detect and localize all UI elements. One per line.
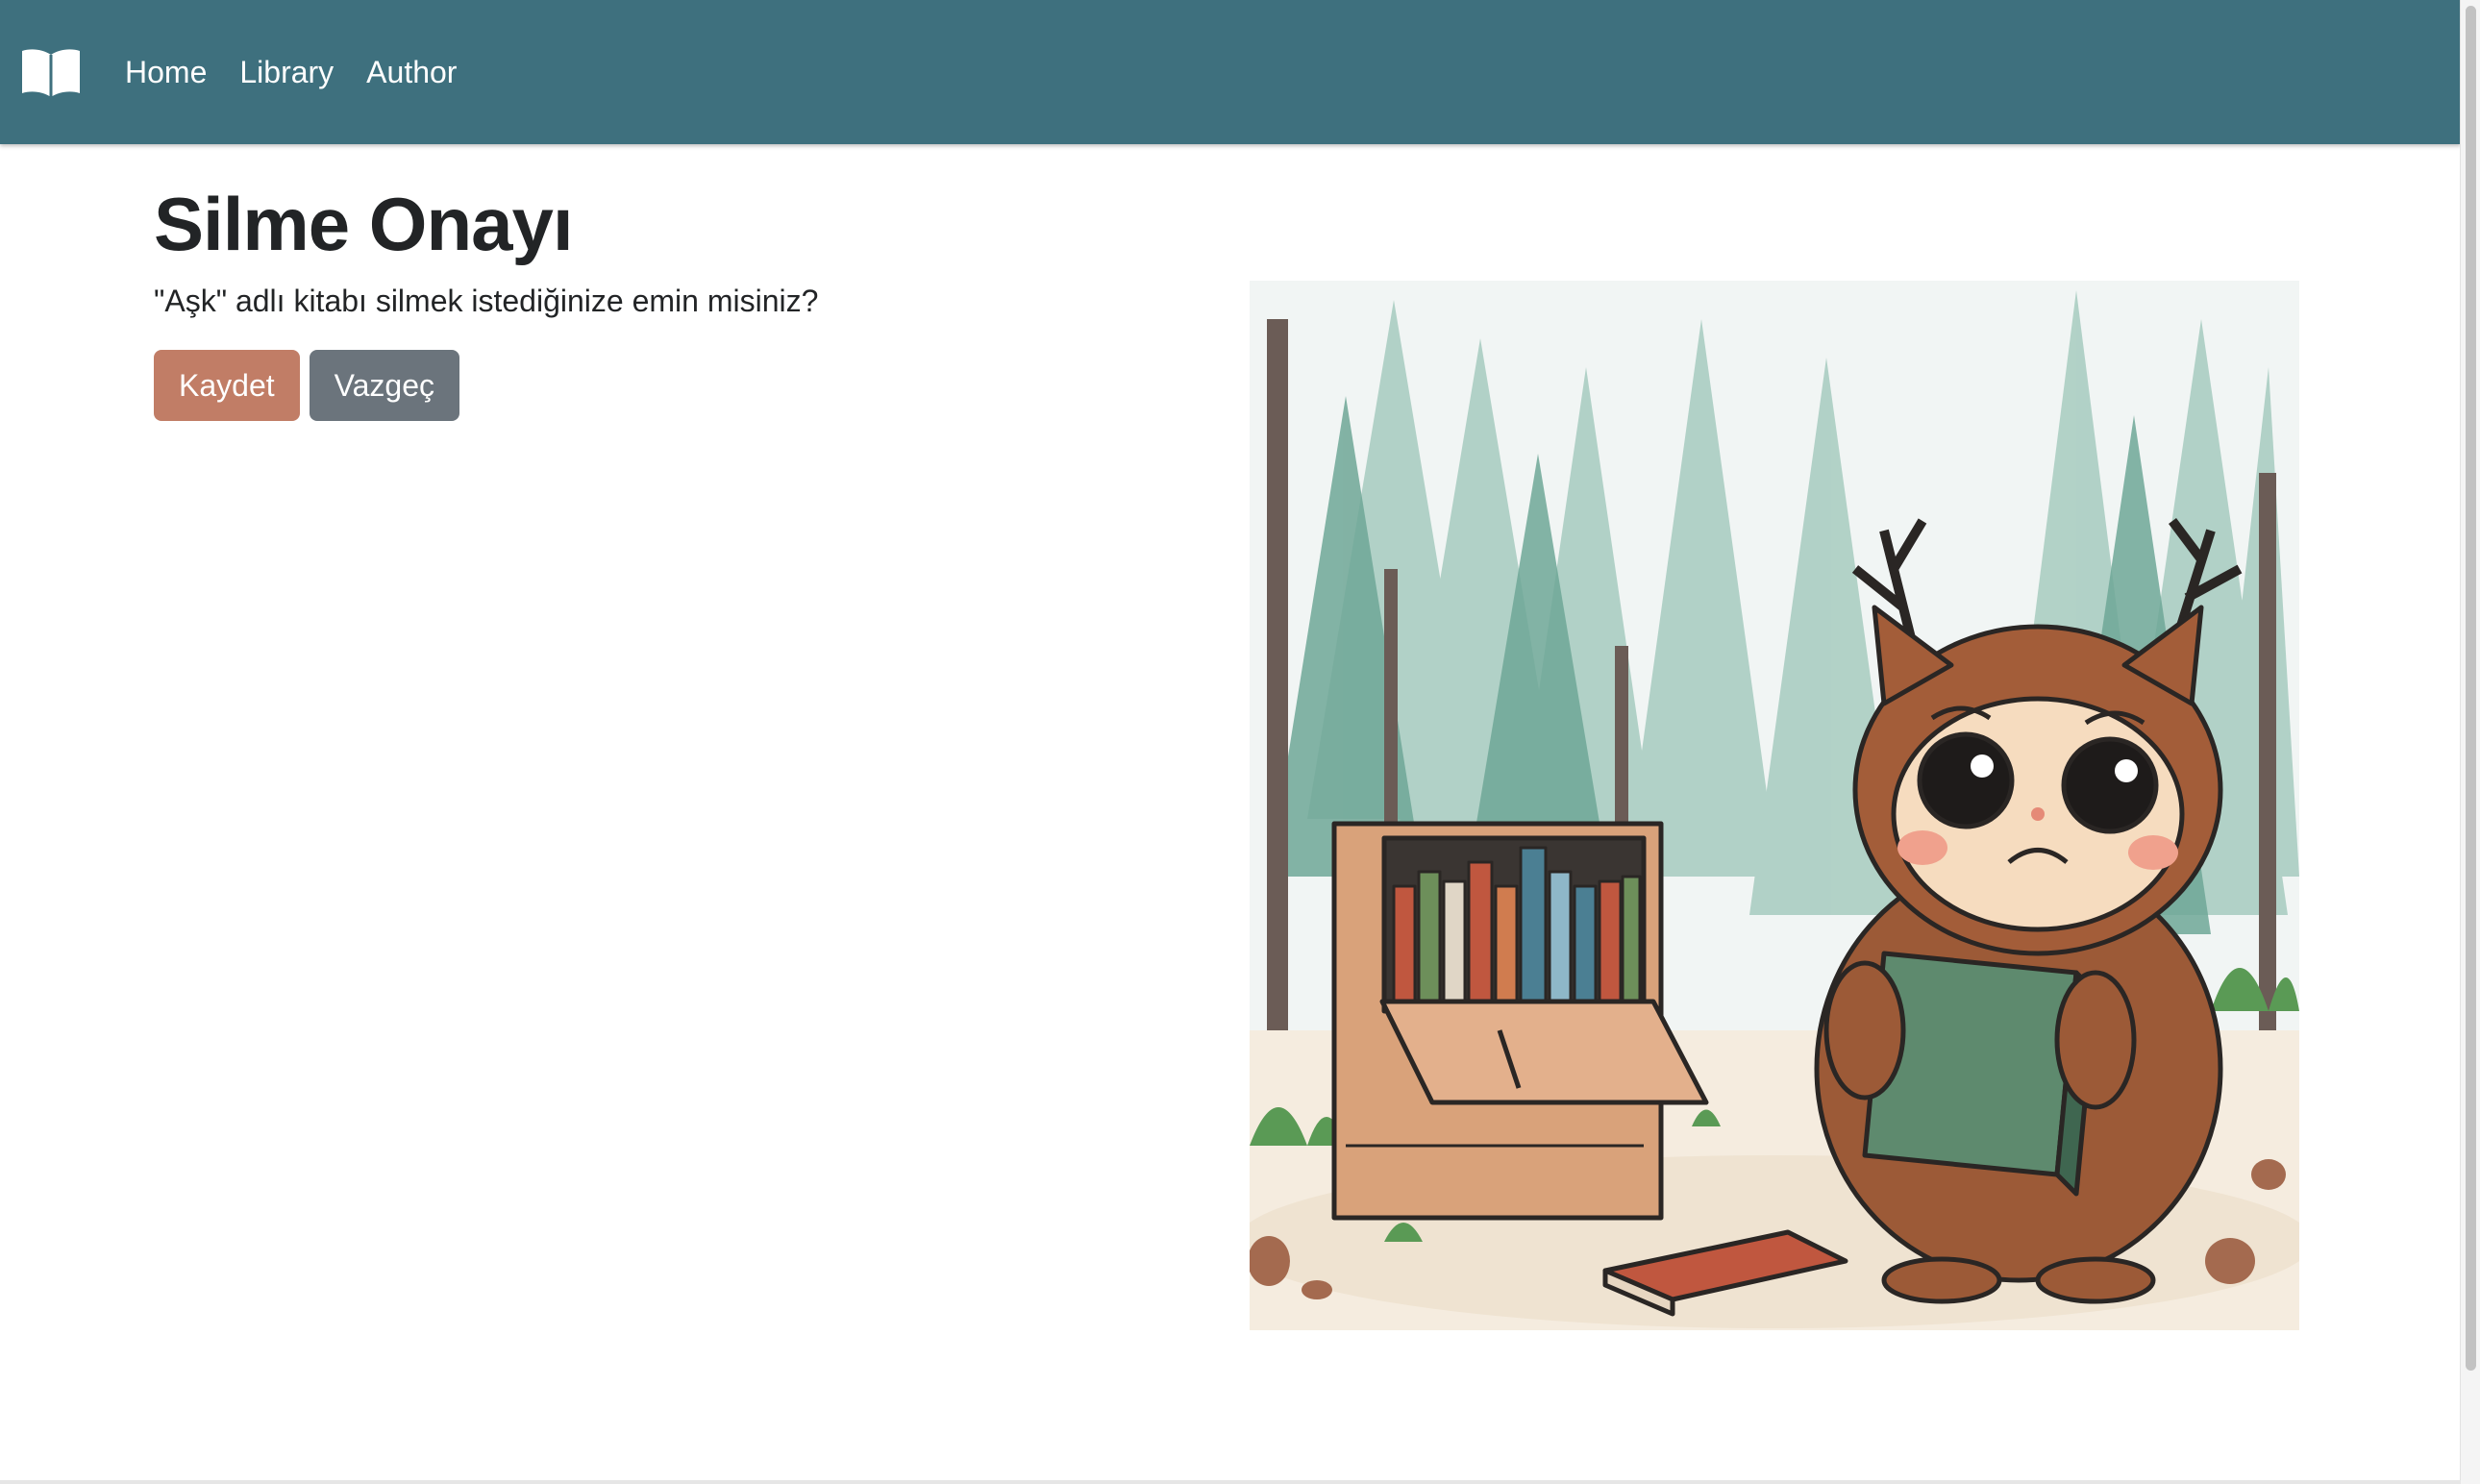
confirm-message: "Aşk" adlı kitabı silmek istediğinize em… (154, 284, 819, 318)
main-content: Silme Onayı "Aşk" adlı kitabı silmek ist… (154, 144, 818, 421)
brand-link[interactable] (17, 42, 85, 102)
page-bottom-border (0, 1480, 2461, 1484)
nav-link-library[interactable]: Library (239, 55, 334, 90)
nav-link-home[interactable]: Home (125, 55, 207, 90)
page-scrollbar[interactable] (2460, 0, 2480, 1484)
top-navbar: Home Library Author (0, 0, 2461, 144)
action-buttons: Kaydet Vazgeç (154, 350, 818, 421)
sad-owl-with-book-icon (1250, 281, 2299, 1330)
scrollbar-thumb[interactable] (2466, 6, 2476, 1371)
nav-links: Home Library Author (125, 55, 457, 90)
cancel-button[interactable]: Vazgeç (309, 350, 459, 421)
page-title: Silme Onayı (154, 182, 574, 266)
open-book-icon (22, 49, 80, 97)
nav-link-author[interactable]: Author (366, 55, 457, 90)
sad-owl-illustration (1250, 281, 2299, 1330)
save-button[interactable]: Kaydet (154, 350, 300, 421)
